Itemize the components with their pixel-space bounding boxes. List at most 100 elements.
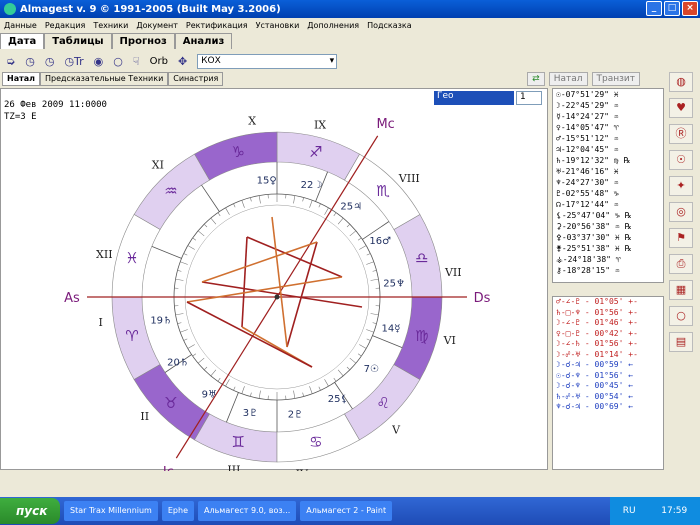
printer-icon[interactable]: ⎙ (669, 254, 693, 274)
menu-item-data[interactable]: Данные (4, 21, 37, 30)
planet-row[interactable]: ♄-19°12'32" ♍ ℞ (553, 155, 663, 166)
clock-icon[interactable]: ◷ (25, 55, 35, 68)
status-bar (0, 472, 700, 496)
title-bar: Almagest v. 9 © 1991-2005 (Built May 3.2… (0, 0, 700, 18)
menu-item-techniques[interactable]: Техники (93, 21, 128, 30)
zodiac-sign-glyph: ♑ (231, 143, 244, 161)
tab-data[interactable]: Дата (0, 33, 45, 49)
menu-item-document[interactable]: Документ (136, 21, 178, 30)
aspect-row[interactable]: ♄-☍-♅ - 00°54' ← (553, 392, 663, 403)
subtab-natal[interactable]: Натал (2, 72, 40, 86)
planet-positions-list: ☉-07°51'29" ♓ ☽-22°45'29" ♒ ☿-14°24'27" ♒ ♀… (552, 88, 664, 283)
aspect-row[interactable]: ♀-□-♇ - 00°42' +- (553, 329, 663, 340)
planet-row[interactable]: ☉-07°51'29" ♓ (553, 89, 663, 100)
planet-row[interactable]: ☽-22°45'29" ♒ (553, 100, 663, 111)
ring-icon[interactable]: ◎ (669, 202, 693, 222)
aspect-row[interactable]: ♂-∠-♇ - 01°05' +- (553, 297, 663, 308)
planet-row[interactable]: ♀-14°05'47" ♈ (553, 122, 663, 133)
planet-row[interactable]: ⚸-25°47'04" ♑ ℞ (553, 210, 663, 221)
flag-icon[interactable]: ⚑ (669, 228, 693, 248)
heart-icon[interactable]: ♥ (669, 98, 693, 118)
planet-glyph: 16♂ (369, 236, 391, 247)
zodiac-sign-glyph: ♓ (125, 249, 138, 267)
arrow-icon[interactable]: ➭ (6, 55, 15, 68)
planet-row[interactable]: ☿-14°24'27" ♒ (553, 111, 663, 122)
tab-tables[interactable]: Таблицы (44, 33, 112, 49)
chart-mode-buttons: ⇄ Натал Транзит (527, 72, 640, 86)
planet-row[interactable]: ♆-24°27'30" ♒ (553, 177, 663, 188)
planet-row[interactable]: ⚷-18°28'15" ♒ (553, 265, 663, 276)
r-wheel-icon[interactable]: Ⓡ (669, 124, 693, 144)
chart-selector[interactable]: КОХ (197, 53, 338, 69)
taskbar: пуск Star Trax Millennium Ephe Альмагест… (0, 497, 700, 525)
globe-icon[interactable]: ◍ (669, 72, 693, 92)
clock-tr-icon[interactable]: ◷Tr (64, 55, 83, 68)
planet-row[interactable]: ⚴-03°37'30" ♓ ℞ (553, 232, 663, 243)
plus-icon[interactable]: ✥ (178, 55, 187, 68)
menu-item-settings[interactable]: Установки (256, 21, 300, 30)
planet-row[interactable]: ♂-15°51'12" ♒ (553, 133, 663, 144)
zodiac-sign-glyph: ♉ (164, 394, 177, 412)
planet-row[interactable]: ☊-17°12'44" ♒ (553, 199, 663, 210)
natal-chart-wheel[interactable]: ♈♉♊♋♌♍♎♏♐♑♒♓IIIIIIIVVVIVIIVIIIIXXXIXIIAs… (1, 89, 549, 481)
subtab-synastry[interactable]: Синастрия (168, 72, 224, 86)
aspect-row[interactable]: ☽-☍-♅ - 01°14' +- (553, 350, 663, 361)
minimize-button[interactable]: _ (646, 1, 662, 16)
language-indicator[interactable]: RU (623, 506, 636, 516)
menu-item-rectification[interactable]: Ректификация (186, 21, 248, 30)
taskbar-item-paint[interactable]: Альмагест 2 - Paint (300, 501, 393, 521)
planet-glyph: 7☉ (364, 364, 379, 375)
zodiac-sign-glyph: ♍ (415, 327, 428, 345)
chart-center (274, 294, 280, 300)
spin-input[interactable]: 1 (516, 91, 542, 105)
orb-button[interactable]: Orb (150, 56, 168, 67)
chart-icon[interactable]: ◉ (94, 55, 104, 68)
tab-forecast[interactable]: Прогноз (111, 33, 175, 49)
aspect-row[interactable]: ♆-☌-♃ - 00°69' ← (553, 402, 663, 413)
aspect-row[interactable]: ♄-□-♆ - 01°56' +- (553, 308, 663, 319)
natal-button[interactable]: Натал (548, 72, 588, 86)
planet-row[interactable]: ⚶-24°18'38" ♈ (553, 254, 663, 265)
planet-row[interactable]: ♅-21°46'16" ♓ (553, 166, 663, 177)
app-icon (4, 3, 16, 15)
aspect-row[interactable]: ☽-∠-♇ - 01°46' +- (553, 318, 663, 329)
taskbar-item-almagest[interactable]: Альмагест 9.0, воз... (197, 501, 297, 521)
maximize-button[interactable]: □ (664, 1, 680, 16)
house-number: I (99, 316, 103, 329)
bars-icon[interactable]: ▦ (669, 280, 693, 300)
menu-item-help[interactable]: Подсказка (367, 21, 412, 30)
aspect-row[interactable]: ☽-∠-♄ - 01°56' +- (553, 339, 663, 350)
subtab-predictive[interactable]: Предсказательные Техники (40, 72, 169, 86)
star-icon[interactable]: ✦ (669, 176, 693, 196)
planet-row[interactable]: ♇-02°55'48" ♑ (553, 188, 663, 199)
planets-icon[interactable]: ☉ (669, 150, 693, 170)
taskbar-item-ephe[interactable]: Ephe (161, 501, 194, 521)
planet-row[interactable]: ⚳-20°56'38" ♒ ℞ (553, 221, 663, 232)
tab-analysis[interactable]: Анализ (174, 33, 233, 49)
house-number: VII (444, 266, 462, 279)
green-arrows-button[interactable]: ⇄ (527, 72, 545, 86)
aspect-row[interactable]: ☉-☌-♆ - 01°56' ← (553, 371, 663, 382)
geo-select[interactable]: Гео (434, 91, 514, 105)
aspect-row[interactable]: ☽-☌-♃ - 00°59' ← (553, 360, 663, 371)
main-tabs: Дата Таблицы Прогноз Анализ (0, 33, 233, 49)
clock-icon[interactable]: ◷ (45, 55, 55, 68)
house-cusp (201, 184, 220, 212)
planet-row[interactable]: ⚵-25°51'38" ♓ ℞ (553, 243, 663, 254)
taskbar-item-startrax[interactable]: Star Trax Millennium (64, 501, 158, 521)
menu-item-edit[interactable]: Редакция (45, 21, 85, 30)
table-icon[interactable]: ▤ (669, 332, 693, 352)
sub-tabs: Натал Предсказательные Техники Синастрия (2, 72, 224, 86)
transit-button[interactable]: Транзит (591, 72, 640, 86)
circle-icon[interactable]: ○ (113, 55, 123, 68)
aspect-row[interactable]: ☽-☌-♆ - 00°45' ← (553, 381, 663, 392)
pointer-icon[interactable]: ☟ (133, 55, 140, 68)
menu-item-addons[interactable]: Дополнения (307, 21, 359, 30)
circle-outline-icon[interactable]: ○ (669, 306, 693, 326)
zodiac-sign-glyph: ♊ (231, 433, 244, 451)
close-button[interactable]: × (682, 1, 698, 16)
planet-glyph: 20♄ (167, 357, 189, 368)
planet-row[interactable]: ♃-12°04'45" ♒ (553, 144, 663, 155)
start-button[interactable]: пуск (0, 498, 60, 524)
chart-canvas: ♈♉♊♋♌♍♎♏♐♑♒♓IIIIIIIVVVIVIIVIIIIXXXIXIIAs… (0, 88, 549, 481)
